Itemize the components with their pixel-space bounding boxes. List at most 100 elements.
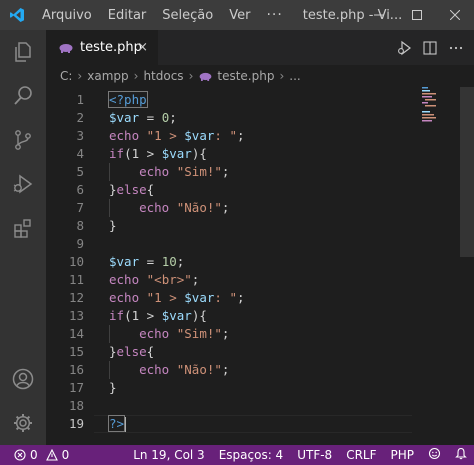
code-token: else — [116, 344, 147, 359]
code-line[interactable]: 6}else{ — [46, 181, 474, 199]
code-text: echo "Não!"; — [109, 199, 229, 217]
code-token: ; — [221, 200, 230, 215]
gear-icon — [14, 414, 32, 432]
breadcrumb-drive[interactable]: C: — [60, 69, 72, 83]
code-line[interactable]: 8} — [46, 217, 474, 235]
status-bar: 0 0 Ln 19, Col 3 Espaços: 4 UTF-8 CRLF P… — [0, 445, 474, 465]
notifications-button[interactable] — [448, 447, 474, 463]
code-line[interactable]: 11 echo "<br>"; — [46, 271, 474, 289]
breadcrumb: C: › xampp › htdocs › teste.php › ... — [46, 65, 474, 87]
code-token: "Sim!" — [176, 164, 222, 179]
maximize-button[interactable] — [398, 0, 436, 30]
menu-ver[interactable]: Ver — [221, 8, 258, 23]
code-line[interactable]: 7 echo "Não!"; — [46, 199, 474, 217]
code-line[interactable]: 16 echo "Não!"; — [46, 361, 474, 379]
language-mode[interactable]: PHP — [384, 448, 422, 462]
problems-indicator[interactable]: 0 0 — [14, 448, 69, 462]
more-actions-button[interactable] — [444, 36, 468, 60]
code-line[interactable]: 1 <?php — [46, 91, 474, 109]
accounts-button[interactable] — [0, 357, 46, 401]
code-line[interactable]: 15}else{ — [46, 343, 474, 361]
code-token: ; — [221, 326, 230, 341]
code-line[interactable]: 10 $var = 10; — [46, 253, 474, 271]
code-text: echo "1 > $var: "; — [109, 127, 245, 145]
code-line[interactable]: 3 echo "1 > $var: "; — [46, 127, 474, 145]
line-number: 6 — [76, 182, 84, 197]
code-line[interactable]: 17} — [46, 379, 474, 397]
explorer-button[interactable] — [0, 30, 46, 74]
code-token: $var — [109, 254, 140, 269]
menu-editar[interactable]: Editar — [100, 8, 155, 23]
activity-bar — [0, 30, 46, 445]
maximize-icon — [412, 10, 422, 20]
run-debug-button[interactable] — [0, 162, 46, 206]
code-line[interactable]: 2 $var = 0; — [46, 109, 474, 127]
code-token: 10 — [161, 254, 177, 269]
cursor-position[interactable]: Ln 19, Col 3 — [126, 448, 212, 462]
code-token: "Não!" — [176, 200, 222, 215]
code-editor[interactable]: 1 <?php 2 $var = 0; 3 echo "1 > $var: "; 4 if(1… — [46, 87, 474, 445]
code-line[interactable]: 9 — [46, 235, 474, 253]
minimize-button[interactable] — [360, 0, 398, 30]
warning-icon — [45, 449, 58, 461]
code-line[interactable]: 19 ?> — [46, 415, 474, 433]
code-token: $var — [161, 146, 192, 161]
run-file-button[interactable] — [392, 36, 416, 60]
code-token: ){ — [191, 146, 207, 161]
split-editor-icon — [423, 40, 437, 55]
breadcrumb-htdocs[interactable]: htdocs — [143, 69, 183, 83]
code-text: echo "Sim!"; — [109, 163, 229, 181]
code-line[interactable]: 12 echo "1 > $var: "; — [46, 289, 474, 307]
menu-bar: Arquivo Editar Seleção Ver ··· — [34, 7, 291, 23]
tab-close-button[interactable]: × — [137, 40, 148, 55]
php-elephant-icon — [59, 43, 73, 53]
code-line[interactable]: 4 if(1 > $var){ — [46, 145, 474, 163]
line-number: 13 — [68, 308, 84, 323]
code-line[interactable]: 14 echo "Sim!"; — [46, 325, 474, 343]
line-number: 4 — [76, 146, 84, 161]
split-editor-button[interactable] — [418, 36, 442, 60]
code-text: echo "<br>"; — [109, 271, 199, 289]
code-token: } — [109, 344, 117, 359]
encoding-setting[interactable]: UTF-8 — [290, 448, 339, 462]
code-token: : " — [214, 128, 237, 143]
chevron-right-icon: › — [77, 69, 83, 83]
search-button[interactable] — [0, 74, 46, 118]
breadcrumb-xampp[interactable]: xampp — [87, 69, 128, 83]
code-line[interactable]: 13 if(1 > $var){ — [46, 307, 474, 325]
code-line[interactable]: 5 echo "Sim!"; — [46, 163, 474, 181]
code-token: echo — [139, 200, 170, 215]
php-elephant-icon — [200, 72, 212, 81]
feedback-button[interactable] — [421, 447, 448, 463]
chevron-right-icon: › — [279, 69, 285, 83]
source-control-button[interactable] — [0, 118, 46, 162]
breadcrumb-file[interactable]: teste.php — [217, 69, 274, 83]
tab-teste-php[interactable]: teste.php × — [46, 30, 158, 65]
close-window-button[interactable] — [436, 0, 474, 30]
vscode-logo-icon — [0, 0, 34, 30]
menu-selecao[interactable]: Seleção — [154, 8, 221, 23]
menu-more-button[interactable]: ··· — [258, 7, 290, 23]
code-token: ){ — [191, 308, 207, 323]
line-number: 19 — [68, 416, 84, 431]
code-text: echo "1 > $var: "; — [109, 289, 245, 307]
run-debug-icon — [398, 40, 411, 55]
eol-setting[interactable]: CRLF — [339, 448, 383, 462]
indentation-setting[interactable]: Espaços: 4 — [212, 448, 291, 462]
error-icon — [14, 449, 26, 461]
tab-bar: teste.php × — [46, 30, 474, 65]
code-token: } — [109, 182, 117, 197]
code-line[interactable]: 18 — [46, 397, 474, 415]
manage-button[interactable] — [0, 401, 46, 445]
menu-arquivo[interactable]: Arquivo — [34, 8, 100, 23]
extensions-button[interactable] — [0, 206, 46, 250]
code-text: } — [109, 217, 117, 235]
line-number: 11 — [68, 272, 84, 287]
code-token: "Não!" — [176, 362, 222, 377]
line-number: 18 — [68, 398, 84, 413]
code-token: (1 > — [124, 146, 162, 161]
breadcrumb-symbols[interactable]: ... — [289, 69, 300, 83]
